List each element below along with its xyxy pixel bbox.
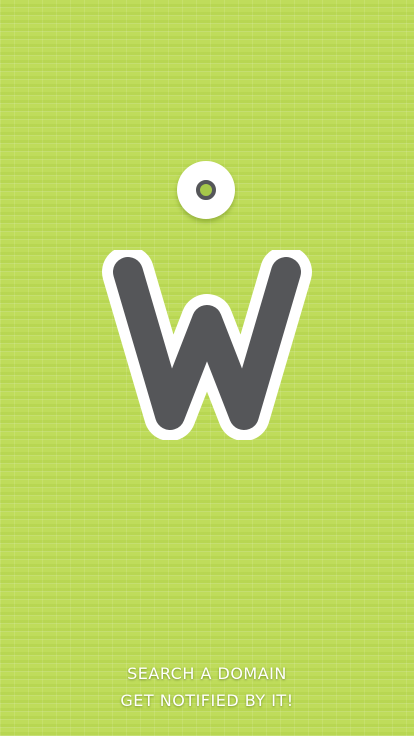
ring-dot-icon: [196, 180, 216, 200]
tagline-search-domain: SEARCH A DOMAIN: [127, 664, 287, 683]
w-letter-logo-icon: [102, 250, 312, 440]
tagline-get-notified: GET NOTIFIED BY IT!: [120, 691, 294, 710]
splash-screen: SEARCH A DOMAIN GET NOTIFIED BY IT!: [0, 0, 414, 736]
logo-dot-icon: [177, 161, 235, 219]
